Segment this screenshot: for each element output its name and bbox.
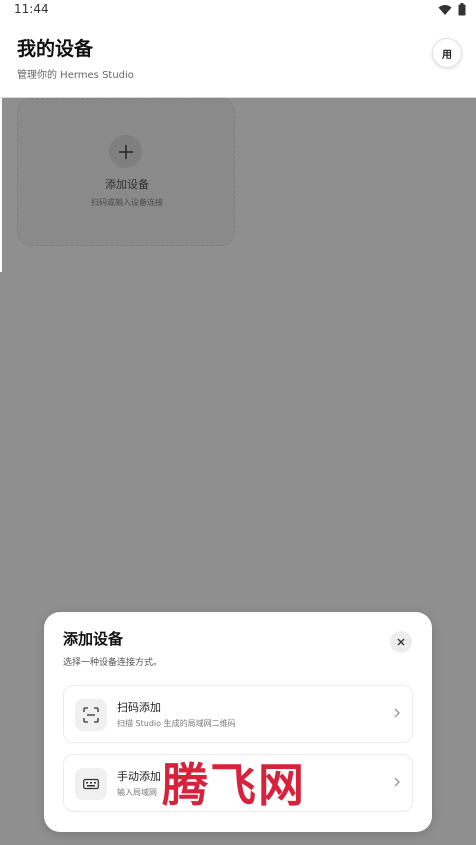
manual-add-label: 手动添加 (117, 770, 161, 783)
add-device-card[interactable]: 添加设备 扫码或输入设备连接 (17, 98, 235, 246)
status-bar: 11:44 (0, 0, 476, 22)
scan-icon (75, 699, 107, 731)
scan-add-label: 扫码添加 (117, 701, 161, 714)
sheet-subtitle: 选择一种设备连接方式。 (63, 658, 163, 668)
watermark-logo: 腾飞网 (162, 758, 306, 812)
add-device-card-subtitle: 扫码或输入设备连接 (91, 198, 163, 207)
page-title: 我的设备 (17, 38, 94, 60)
scan-add-description: 扫描 Studio 生成的局域网二维码 (117, 719, 236, 728)
user-avatar-label: 用 (442, 49, 452, 61)
battery-icon (458, 3, 466, 16)
close-icon (397, 638, 405, 646)
add-device-card-title: 添加设备 (105, 178, 149, 191)
chevron-right-icon (394, 708, 400, 718)
status-icons (438, 3, 466, 16)
chevron-right-icon (394, 777, 400, 787)
keyboard-icon (75, 768, 107, 800)
app-header: 我的设备 管理你的 Hermes Studio 用 (0, 22, 476, 98)
status-time: 11:44 (14, 2, 49, 16)
user-avatar-button[interactable]: 用 (432, 38, 462, 68)
edge-strip (0, 98, 2, 272)
sheet-title: 添加设备 (63, 630, 124, 648)
scan-add-option[interactable]: 扫码添加 扫描 Studio 生成的局域网二维码 (63, 685, 413, 743)
wifi-icon (438, 4, 452, 15)
manual-add-description: 输入局域网 (117, 788, 157, 797)
close-button[interactable] (390, 631, 412, 653)
plus-icon (109, 135, 142, 168)
page-subtitle: 管理你的 Hermes Studio (17, 70, 134, 81)
